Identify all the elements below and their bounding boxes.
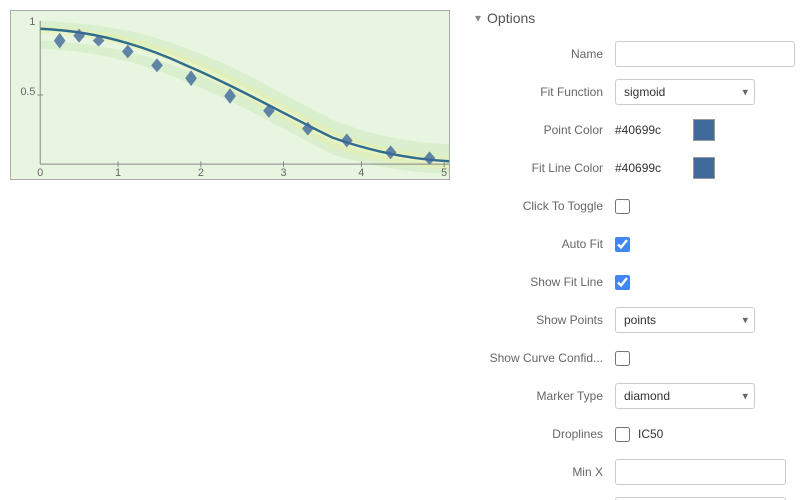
min-x-label: Min X	[475, 465, 615, 479]
show-curve-confid-label: Show Curve Confid...	[475, 351, 615, 365]
fit-function-select-wrapper: sigmoid linear exponential logarithmic p…	[615, 79, 755, 105]
fit-line-color-text: #40699c	[615, 161, 685, 175]
name-row: Name	[475, 40, 785, 68]
name-input[interactable]	[615, 41, 795, 67]
fit-line-color-row: Fit Line Color #40699c	[475, 154, 785, 182]
point-color-control: #40699c	[615, 119, 785, 141]
auto-fit-label: Auto Fit	[475, 237, 615, 251]
click-to-toggle-label: Click To Toggle	[475, 199, 615, 213]
point-color-swatch[interactable]	[693, 119, 715, 141]
droplines-row: Droplines IC50	[475, 420, 785, 448]
marker-type-select-wrapper: diamond circle square triangle ▾	[615, 383, 755, 409]
droplines-label: Droplines	[475, 427, 615, 441]
svg-text:1: 1	[115, 167, 121, 179]
show-curve-confid-row: Show Curve Confid...	[475, 344, 785, 372]
min-y-row: Min Y	[475, 496, 785, 500]
svg-text:4: 4	[358, 167, 364, 179]
name-control	[615, 41, 795, 67]
show-fit-line-label: Show Fit Line	[475, 275, 615, 289]
name-label: Name	[475, 47, 615, 61]
auto-fit-row: Auto Fit	[475, 230, 785, 258]
options-header-text: Options	[487, 10, 535, 26]
fit-function-row: Fit Function sigmoid linear exponential …	[475, 78, 785, 106]
show-curve-confid-checkbox[interactable]	[615, 351, 630, 366]
show-fit-line-checkbox[interactable]	[615, 275, 630, 290]
chart-panel: 0 1 2 3 4 5 1 0.5	[0, 0, 460, 500]
fit-function-label: Fit Function	[475, 85, 615, 99]
point-color-label: Point Color	[475, 123, 615, 137]
show-curve-confid-control	[615, 351, 785, 366]
fit-line-color-control: #40699c	[615, 157, 785, 179]
min-x-control	[615, 459, 786, 485]
fit-line-color-label: Fit Line Color	[475, 161, 615, 175]
svg-text:1: 1	[29, 16, 35, 28]
options-chevron-icon: ▾	[475, 11, 481, 25]
svg-text:3: 3	[281, 167, 287, 179]
chart-container: 0 1 2 3 4 5 1 0.5	[10, 10, 450, 180]
fit-function-select[interactable]: sigmoid linear exponential logarithmic p…	[615, 79, 755, 105]
click-to-toggle-control	[615, 199, 785, 214]
droplines-checkbox[interactable]	[615, 427, 630, 442]
point-color-row: Point Color #40699c	[475, 116, 785, 144]
marker-type-label: Marker Type	[475, 389, 615, 403]
marker-type-row: Marker Type diamond circle square triang…	[475, 382, 785, 410]
show-points-control: points none all ▾	[615, 307, 785, 333]
svg-text:5: 5	[441, 167, 447, 179]
fit-line-color-swatch[interactable]	[693, 157, 715, 179]
svg-text:2: 2	[198, 167, 204, 179]
min-x-input[interactable]	[615, 459, 786, 485]
show-points-select[interactable]: points none all	[615, 307, 755, 333]
options-header[interactable]: ▾ Options	[475, 10, 785, 26]
point-color-text: #40699c	[615, 123, 685, 137]
marker-type-control: diamond circle square triangle ▾	[615, 383, 785, 409]
show-points-row: Show Points points none all ▾	[475, 306, 785, 334]
click-to-toggle-row: Click To Toggle	[475, 192, 785, 220]
show-fit-line-control	[615, 275, 785, 290]
droplines-control: IC50	[615, 427, 785, 442]
auto-fit-checkbox[interactable]	[615, 237, 630, 252]
click-to-toggle-checkbox[interactable]	[615, 199, 630, 214]
droplines-ic50-label: IC50	[638, 427, 663, 441]
chart-svg: 0 1 2 3 4 5 1 0.5	[11, 11, 449, 179]
svg-text:0.5: 0.5	[20, 86, 35, 98]
show-points-select-wrapper: points none all ▾	[615, 307, 755, 333]
fit-function-control: sigmoid linear exponential logarithmic p…	[615, 79, 785, 105]
svg-text:0: 0	[37, 167, 43, 179]
marker-type-select[interactable]: diamond circle square triangle	[615, 383, 755, 409]
options-panel: ▾ Options Name Fit Function sigmoid line…	[460, 0, 800, 500]
show-fit-line-row: Show Fit Line	[475, 268, 785, 296]
min-x-row: Min X	[475, 458, 785, 486]
show-points-label: Show Points	[475, 313, 615, 327]
auto-fit-control	[615, 237, 785, 252]
